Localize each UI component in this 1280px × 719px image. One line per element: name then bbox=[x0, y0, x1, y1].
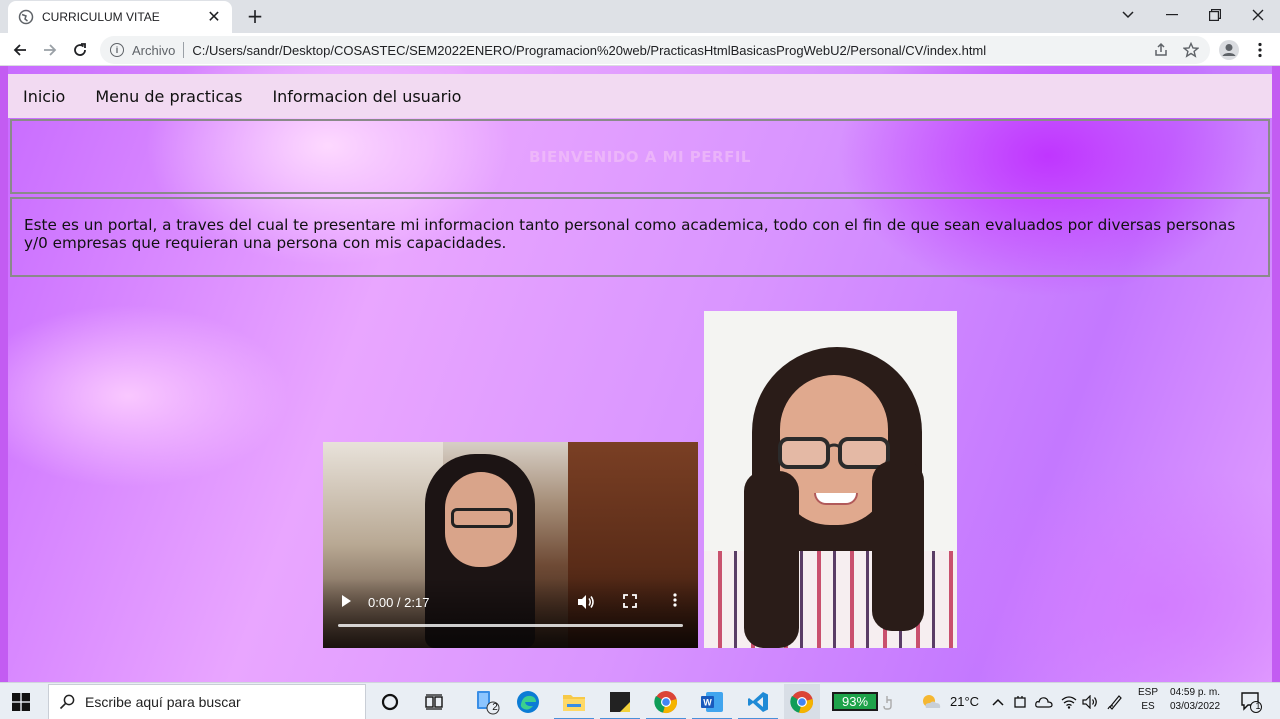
globe-icon bbox=[18, 9, 34, 25]
photo-hair-right bbox=[872, 461, 924, 631]
play-icon[interactable] bbox=[339, 594, 353, 608]
video-progress-bar[interactable] bbox=[338, 624, 683, 627]
address-bar[interactable]: i Archivo C:/Users/sandr/Desktop/COSASTE… bbox=[100, 36, 1210, 64]
tab-strip: CURRICULUM VITAE ✕ + bbox=[0, 0, 1280, 33]
welcome-banner: BIENVENIDO A MI PERFIL bbox=[10, 119, 1270, 194]
photo-glasses bbox=[778, 437, 890, 469]
profile-icon[interactable] bbox=[1216, 37, 1242, 63]
intro-section: Este es un portal, a traves del cual te … bbox=[10, 197, 1270, 277]
fullscreen-icon[interactable] bbox=[623, 594, 637, 608]
minimize-icon[interactable] bbox=[1150, 0, 1194, 30]
vscode-icon[interactable] bbox=[738, 689, 778, 719]
battery-indicator[interactable]: 93% bbox=[832, 692, 878, 711]
windows-start-icon[interactable] bbox=[12, 693, 30, 711]
video-more-icon[interactable] bbox=[669, 593, 681, 609]
edge-icon[interactable] bbox=[515, 689, 541, 715]
input-layout-code: ES bbox=[1141, 701, 1155, 712]
cortana-icon[interactable] bbox=[377, 689, 403, 715]
video-controls-shade bbox=[323, 578, 698, 648]
new-tab-button[interactable]: + bbox=[243, 4, 267, 28]
omnibox-divider bbox=[183, 42, 185, 58]
reload-icon[interactable] bbox=[67, 37, 93, 63]
weather-icon[interactable] bbox=[918, 689, 944, 715]
notification-count: 1 bbox=[1255, 701, 1261, 711]
file-explorer-badge: 2 bbox=[492, 702, 498, 713]
meet-now-icon[interactable] bbox=[1012, 689, 1028, 715]
tab-close-icon[interactable]: ✕ bbox=[206, 9, 222, 25]
browser-toolbar: i Archivo C:/Users/sandr/Desktop/COSASTE… bbox=[0, 33, 1280, 66]
nav-link-practicas[interactable]: Menu de practicas bbox=[95, 87, 242, 106]
search-icon bbox=[59, 694, 75, 710]
site-info-label: Archivo bbox=[132, 42, 176, 58]
back-icon[interactable] bbox=[7, 37, 33, 63]
menu-icon[interactable] bbox=[1247, 37, 1273, 63]
onedrive-icon[interactable] bbox=[1034, 689, 1054, 715]
pen-icon[interactable] bbox=[1105, 689, 1125, 715]
sticky-notes-icon[interactable] bbox=[600, 689, 640, 719]
forward-icon[interactable] bbox=[37, 37, 63, 63]
close-icon[interactable] bbox=[1236, 0, 1280, 30]
video-time: 0:00 / 2:17 bbox=[368, 595, 430, 610]
photo-smile bbox=[814, 493, 858, 505]
task-view-icon[interactable] bbox=[421, 689, 447, 715]
nav-link-inicio[interactable]: Inicio bbox=[23, 87, 65, 106]
input-language-code: ESP bbox=[1138, 687, 1159, 698]
input-language[interactable]: ESP ES bbox=[1138, 686, 1158, 714]
profile-photo bbox=[704, 311, 957, 648]
speaker-icon[interactable] bbox=[1080, 689, 1100, 715]
taskbar-search-placeholder: Escribe aquí para buscar bbox=[85, 694, 241, 710]
notifications-icon[interactable]: 1 bbox=[1238, 689, 1264, 715]
chrome-active-window-icon[interactable] bbox=[784, 684, 820, 719]
folder-icon[interactable] bbox=[554, 689, 594, 719]
nav-link-usuario[interactable]: Informacion del usuario bbox=[272, 87, 461, 106]
system-clock[interactable]: 04:59 p. m. 03/03/2022 bbox=[1170, 686, 1220, 714]
url-text[interactable]: C:/Users/sandr/Desktop/COSASTEC/SEM2022E… bbox=[192, 43, 986, 58]
photo-hair-left bbox=[744, 471, 799, 648]
word-icon[interactable]: W bbox=[692, 689, 732, 719]
video-frame-glasses bbox=[451, 508, 513, 528]
video-player[interactable]: 0:00 / 2:17 bbox=[323, 442, 698, 648]
touch-icon[interactable] bbox=[880, 689, 896, 715]
clock-time: 04:59 p. m. bbox=[1170, 687, 1221, 698]
volume-icon[interactable] bbox=[577, 594, 595, 610]
temperature[interactable]: 21°C bbox=[950, 694, 979, 709]
share-icon[interactable] bbox=[1148, 36, 1174, 64]
info-icon: i bbox=[110, 43, 124, 57]
tab-search-icon[interactable] bbox=[1116, 4, 1140, 26]
restore-icon[interactable] bbox=[1193, 0, 1237, 30]
file-explorer-icon[interactable]: 2 bbox=[474, 689, 500, 715]
intro-text: Este es un portal, a traves del cual te … bbox=[24, 216, 1236, 252]
wifi-icon[interactable] bbox=[1059, 689, 1079, 715]
banner-title: BIENVENIDO A MI PERFIL bbox=[529, 147, 751, 166]
svg-text:W: W bbox=[703, 698, 712, 708]
site-nav: Inicio Menu de practicas Informacion del… bbox=[8, 74, 1272, 118]
chevron-up-icon[interactable] bbox=[990, 689, 1006, 715]
browser-tab[interactable]: CURRICULUM VITAE ✕ bbox=[8, 1, 232, 33]
chrome-icon[interactable] bbox=[646, 689, 686, 719]
site-info-button[interactable]: i Archivo bbox=[110, 43, 175, 58]
page-content: Inicio Menu de practicas Informacion del… bbox=[0, 66, 1280, 682]
taskbar-search[interactable]: Escribe aquí para buscar bbox=[48, 684, 366, 719]
tab-title: CURRICULUM VITAE bbox=[42, 10, 160, 24]
clock-date: 03/03/2022 bbox=[1170, 701, 1221, 712]
star-icon[interactable] bbox=[1178, 36, 1204, 64]
taskbar: Escribe aquí para buscar 2 W 93% 21°C ES… bbox=[0, 682, 1280, 719]
